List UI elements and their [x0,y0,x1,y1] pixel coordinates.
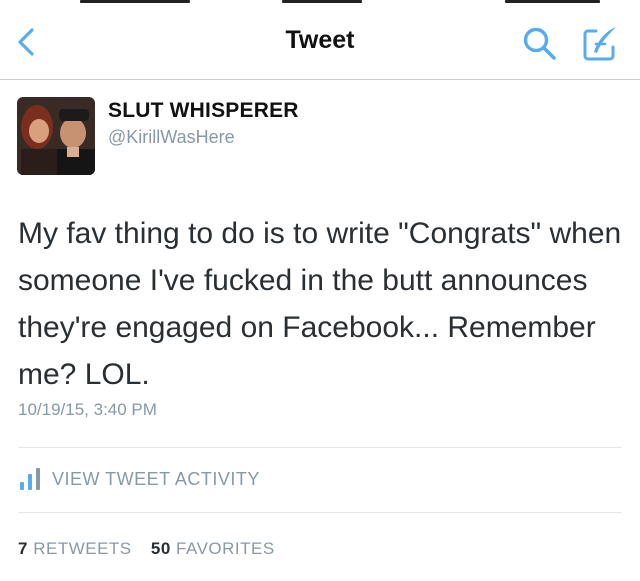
tweet-timestamp[interactable]: 10/19/15, 3:40 PM [18,400,157,420]
compose-button[interactable] [578,22,622,66]
favorites-label: FAVORITES [176,539,275,558]
compose-icon [583,27,616,61]
view-tweet-activity-label: VIEW TWEET ACTIVITY [52,468,260,489]
tweet-stats: 7 RETWEETS 50 FAVORITES [18,539,289,559]
retweets-stat[interactable]: 7 RETWEETS [18,539,132,558]
divider [18,447,622,448]
status-bar-fragment [505,0,600,3]
nav-bar: Tweet [0,6,640,80]
search-button[interactable] [520,24,560,64]
favorites-stat[interactable]: 50 FAVORITES [151,539,275,558]
favorites-count: 50 [150,539,171,558]
user-handle[interactable]: @KirillWasHere [108,127,235,148]
bar-chart-icon [20,468,40,490]
avatar-photo [17,97,95,175]
display-name[interactable]: SLUT WHISPERER [108,99,299,123]
status-bar-fragment [282,0,362,3]
tweet-text: My fav thing to do is to write "Congrats… [18,217,622,391]
divider [18,512,622,513]
view-tweet-activity-button[interactable]: VIEW TWEET ACTIVITY [18,462,260,496]
status-bar-fragment [80,0,190,3]
retweets-count: 7 [18,539,28,558]
search-icon [523,27,556,60]
avatar[interactable] [17,97,95,175]
retweets-label: RETWEETS [33,539,132,558]
